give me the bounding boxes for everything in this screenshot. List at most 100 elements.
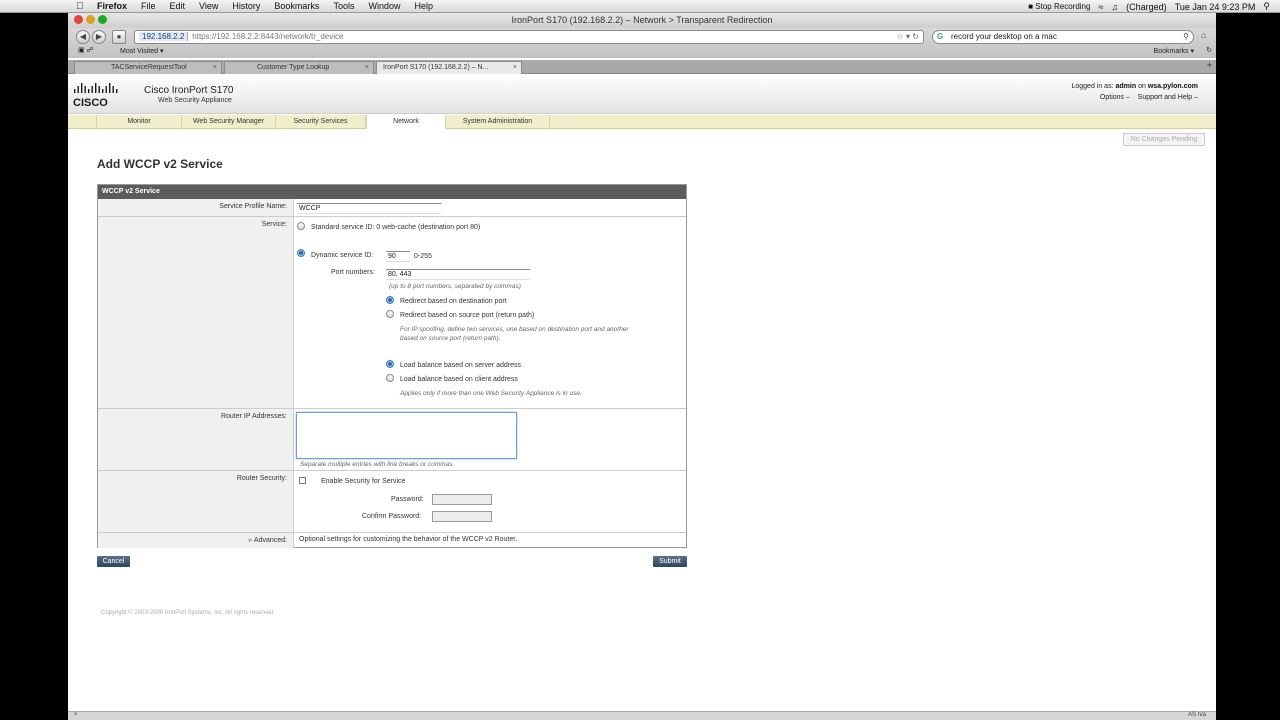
- profile-name-cell: WCCP: [295, 199, 686, 216]
- new-tab-icon[interactable]: +: [1207, 60, 1212, 70]
- tab-label: Customer Type Lookup: [257, 64, 330, 71]
- form-header: WCCP v2 Service: [98, 185, 686, 199]
- menubar-status: ■ Stop Recording ≈ ♫ (Charged) Tue Jan 2…: [1028, 1, 1270, 12]
- apple-icon[interactable]: : [76, 1, 84, 12]
- battery-status[interactable]: (Charged): [1126, 2, 1167, 12]
- menu-view[interactable]: View: [199, 1, 218, 11]
- standard-service-label: Standard service ID: 0 web-cache (destin…: [311, 224, 481, 231]
- url-bar[interactable]: 192.168.2.2 https://192.168.2.2:8443/netw…: [134, 30, 924, 44]
- tab-customer-lookup[interactable]: Customer Type Lookup ×: [224, 61, 374, 74]
- tab-ironport[interactable]: IronPort S170 (192.168.2.2) – N... ×: [376, 61, 522, 74]
- os-menubar:  Firefox File Edit View History Bookmar…: [0, 0, 1280, 13]
- tab-tacservice[interactable]: TACServiceRequestTool ×: [74, 61, 222, 74]
- bookmark-toolbar-icon[interactable]: ▣ ☍: [78, 45, 94, 57]
- row-router-security: Router Security: Enable Security for Ser…: [98, 471, 686, 533]
- close-tab-icon[interactable]: ×: [213, 62, 217, 74]
- dynamic-service-input[interactable]: 90: [386, 251, 410, 262]
- forward-button[interactable]: ▶: [92, 30, 106, 44]
- stop-recording-item[interactable]: ■ Stop Recording: [1028, 2, 1090, 11]
- row-service: Service: Standard service ID: 0 web-cach…: [98, 217, 686, 409]
- google-icon: G: [937, 32, 944, 41]
- port-numbers-hint: (up to 8 port numbers, separated by comm…: [389, 283, 521, 290]
- options-menu[interactable]: Options: [1100, 94, 1124, 101]
- lb-server-radio[interactable]: [386, 360, 394, 368]
- redirect-source-label: Redirect based on source port (return pa…: [400, 312, 535, 319]
- redirect-destination-radio[interactable]: [386, 296, 394, 304]
- browser-toolbar: ◀ ▶ ● 192.168.2.2 https://192.168.2.2:844…: [68, 28, 1216, 58]
- on-word: on: [1138, 83, 1146, 90]
- port-numbers-input[interactable]: 80, 443: [386, 269, 530, 280]
- spoofing-hint-line1: For IP spoofing, define two services, on…: [400, 326, 629, 333]
- menu-bookmarks[interactable]: Bookmarks: [274, 1, 319, 11]
- wifi-icon[interactable]: ≈: [1098, 2, 1103, 12]
- reload-icon[interactable]: ↻: [1206, 45, 1212, 57]
- redirect-source-radio[interactable]: [386, 310, 394, 318]
- router-ip-hint: Separate multiple entries with line brea…: [300, 461, 455, 468]
- service-cell: Standard service ID: 0 web-cache (destin…: [295, 217, 686, 408]
- screen:  Firefox File Edit View History Bookmar…: [0, 0, 1280, 720]
- lb-hint: Applies only if more than one Web Securi…: [400, 390, 582, 397]
- spotlight-icon[interactable]: ⚲: [1263, 1, 1270, 12]
- tab-system-administration[interactable]: System Administration: [446, 115, 550, 129]
- site-icon[interactable]: ●: [112, 30, 126, 44]
- close-statusbar-icon[interactable]: ×: [74, 712, 78, 718]
- search-bar[interactable]: G record your desktop on a mac ⚲: [932, 30, 1194, 44]
- bookmark-star-icon[interactable]: ☆ ▾ ↻: [897, 31, 919, 43]
- menu-help[interactable]: Help: [414, 1, 433, 11]
- menu-app-name[interactable]: Firefox: [97, 1, 127, 11]
- product-name: Cisco IronPort S170 Web Security Applian…: [144, 85, 234, 104]
- no-changes-pending-button[interactable]: No Changes Pending: [1123, 133, 1205, 146]
- tab-label: IronPort S170 (192.168.2.2) – N...: [383, 64, 489, 71]
- lb-client-label: Load balance based on client address: [400, 376, 518, 383]
- confirm-password-label: Confirm Password:: [362, 513, 422, 520]
- lb-client-radio[interactable]: [386, 374, 394, 382]
- dynamic-service-label: Dynamic service ID:: [311, 252, 374, 259]
- tab-security-services[interactable]: Security Services: [276, 115, 366, 129]
- menu-window[interactable]: Window: [368, 1, 400, 11]
- tab-monitor[interactable]: Monitor: [96, 115, 182, 129]
- close-tab-icon[interactable]: ×: [365, 62, 369, 74]
- menu-tools[interactable]: Tools: [333, 1, 354, 11]
- status-right-text: AS n/a: [1187, 712, 1206, 718]
- support-menu[interactable]: Support and Help: [1138, 94, 1192, 101]
- dynamic-service-radio[interactable]: [297, 249, 305, 257]
- menu-history[interactable]: History: [232, 1, 260, 11]
- user-info: Logged in as: admin on wsa.pylon.com Opt…: [1071, 81, 1198, 103]
- standard-service-radio[interactable]: [297, 222, 305, 230]
- profile-name-input[interactable]: WCCP: [297, 203, 441, 214]
- home-icon[interactable]: ⌂: [1201, 30, 1206, 40]
- router-ip-textarea[interactable]: [296, 412, 517, 459]
- cancel-button[interactable]: Cancel: [97, 556, 130, 567]
- row-advanced: ▹ Advanced: Optional settings for custom…: [98, 533, 686, 548]
- menu-edit[interactable]: Edit: [170, 1, 186, 11]
- main-nav: Monitor Web Security Manager Security Se…: [68, 115, 1216, 129]
- product-title: Cisco IronPort S170: [144, 85, 234, 96]
- minimize-window-button[interactable]: [86, 15, 95, 24]
- close-tab-icon[interactable]: ×: [513, 62, 517, 74]
- page-title: Add WCCP v2 Service: [97, 157, 223, 171]
- url-text: https://192.168.2.2:8443/network/tr_devi…: [192, 32, 344, 41]
- volume-icon[interactable]: ♫: [1111, 2, 1118, 12]
- product-subtitle: Web Security Appliance: [158, 97, 232, 104]
- menu-file[interactable]: File: [141, 1, 156, 11]
- zoom-window-button[interactable]: [98, 15, 107, 24]
- search-icon[interactable]: ⚲: [1183, 31, 1189, 43]
- tab-network[interactable]: Network: [366, 115, 446, 129]
- tab-web-security-manager[interactable]: Web Security Manager: [182, 115, 276, 129]
- enable-security-checkbox[interactable]: [299, 477, 306, 484]
- back-button[interactable]: ◀: [76, 30, 90, 44]
- bookmarks-menu[interactable]: Bookmarks ▾: [1154, 46, 1194, 58]
- confirm-password-input[interactable]: [432, 511, 492, 522]
- most-visited-link[interactable]: Most Visited ▾: [120, 46, 163, 58]
- router-ip-cell: Separate multiple entries with line brea…: [295, 409, 686, 470]
- password-input[interactable]: [432, 494, 492, 505]
- submit-button[interactable]: Submit: [653, 556, 687, 567]
- redirect-destination-label: Redirect based on destination port: [400, 298, 507, 305]
- advanced-toggle[interactable]: ▹ Advanced:: [98, 533, 294, 548]
- clock[interactable]: Tue Jan 24 9:23 PM: [1175, 2, 1256, 12]
- bookmarks-toolbar: ▣ ☍ Most Visited ▾ Bookmarks ▾ ↻: [68, 46, 1216, 59]
- username: admin: [1115, 83, 1137, 90]
- close-window-button[interactable]: [74, 15, 83, 24]
- tab-bar: TACServiceRequestTool × Customer Type Lo…: [68, 60, 1216, 74]
- header-links: Options – Support and Help –: [1099, 94, 1198, 101]
